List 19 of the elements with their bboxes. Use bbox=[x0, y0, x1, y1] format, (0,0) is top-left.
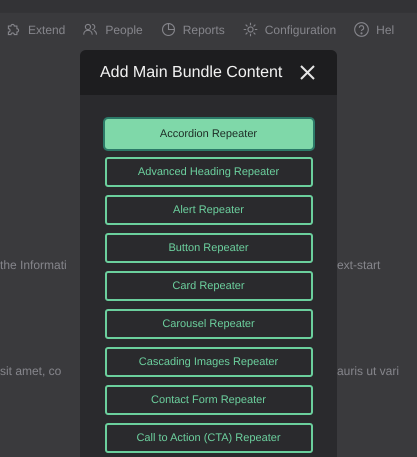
pie-chart-icon[interactable] bbox=[160, 21, 177, 38]
option-button[interactable]: Accordion Repeater bbox=[104, 119, 312, 149]
option-button[interactable]: Advanced Heading Repeater bbox=[104, 157, 312, 187]
option-button[interactable]: Call to Action (CTA) Repeater bbox=[104, 423, 312, 453]
puzzle-icon[interactable] bbox=[5, 21, 22, 38]
settings-icon[interactable] bbox=[242, 21, 259, 38]
option-button[interactable]: Alert Repeater bbox=[104, 195, 312, 225]
page-text: ext-start bbox=[337, 258, 382, 272]
dialog-title: Add Main Bundle Content bbox=[100, 64, 282, 82]
page-text: auris ut vari bbox=[337, 364, 400, 378]
option-button[interactable]: Contact Form Repeater bbox=[104, 385, 312, 415]
option-button[interactable]: Cascading Images Repeater bbox=[104, 347, 312, 377]
help-icon[interactable] bbox=[353, 21, 370, 38]
page-text: sit amet, co bbox=[0, 364, 62, 378]
close-icon[interactable] bbox=[300, 65, 316, 80]
page-text: the Informati bbox=[0, 258, 68, 272]
option-button[interactable]: Button Repeater bbox=[104, 233, 312, 263]
option-button[interactable]: Carousel Repeater bbox=[104, 309, 312, 339]
option-button[interactable]: Card Repeater bbox=[104, 271, 312, 301]
